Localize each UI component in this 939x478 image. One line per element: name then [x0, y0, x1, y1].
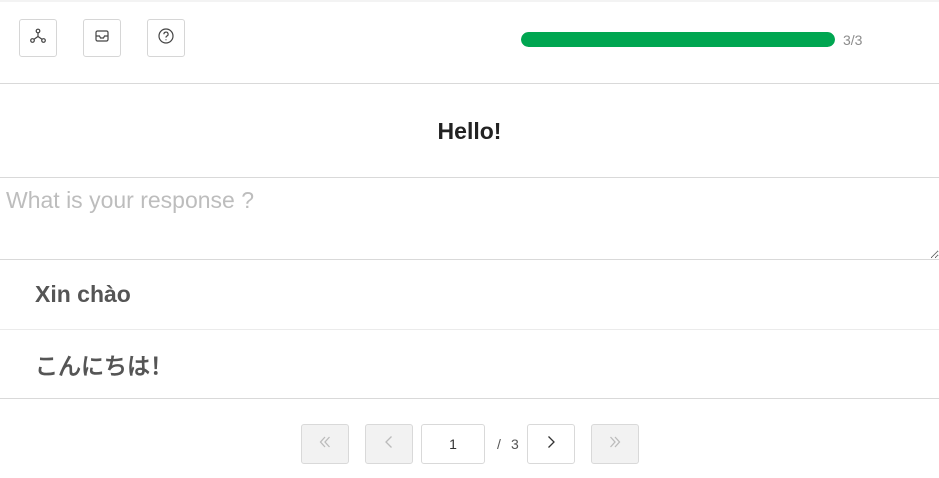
page-number-input[interactable]	[421, 424, 485, 464]
progress-fill	[521, 32, 835, 47]
previous-page-button[interactable]	[365, 424, 413, 464]
network-button[interactable]	[19, 19, 57, 57]
page-separator: /	[497, 436, 501, 452]
answer-option-text: Xin chào	[35, 280, 131, 307]
chevron-left-icon	[380, 433, 398, 456]
answer-option-text: こんにちは！	[35, 353, 173, 379]
response-input[interactable]	[0, 179, 939, 259]
last-page-button[interactable]	[591, 424, 639, 464]
progress-bar	[521, 32, 835, 47]
progress-label: 3/3	[843, 32, 863, 48]
inbox-button[interactable]	[83, 19, 121, 57]
page-total: 3	[511, 436, 519, 452]
divider	[0, 83, 939, 84]
pagination: / 3	[0, 399, 939, 478]
question-text: Hello!	[437, 117, 502, 144]
answer-option[interactable]: Xin chào	[0, 260, 939, 328]
toolbar: 3/3	[0, 2, 939, 83]
help-icon	[157, 27, 175, 50]
answer-option[interactable]: こんにちは！	[0, 330, 939, 398]
next-page-button[interactable]	[527, 424, 575, 464]
chevron-right-icon	[542, 433, 560, 456]
inbox-icon	[93, 27, 111, 50]
help-button[interactable]	[147, 19, 185, 57]
network-icon	[29, 27, 47, 50]
double-chevron-right-icon	[606, 433, 624, 456]
first-page-button[interactable]	[301, 424, 349, 464]
double-chevron-left-icon	[316, 433, 334, 456]
divider	[0, 177, 939, 178]
